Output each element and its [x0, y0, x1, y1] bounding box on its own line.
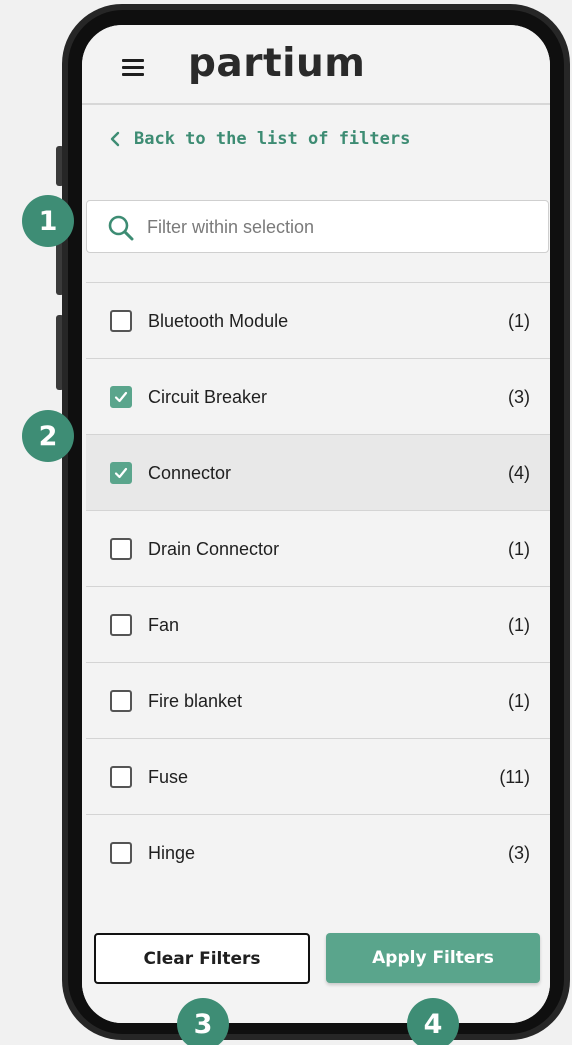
- filter-option-row[interactable]: Drain Connector (1): [86, 510, 550, 586]
- checkmark-icon: [114, 467, 128, 479]
- filter-option-label: Fan: [148, 615, 180, 635]
- filter-options-list: Bluetooth Module (1) Circuit Breaker (3) Con…: [86, 282, 550, 890]
- action-bar: Clear Filters Apply Filters: [82, 915, 550, 1023]
- filter-option-count: (1): [508, 311, 530, 331]
- filter-option-label: Drain Connector: [148, 539, 280, 559]
- checkbox-checked[interactable]: [110, 386, 132, 408]
- filter-option-label: Circuit Breaker: [148, 387, 268, 407]
- filter-option-row[interactable]: Fuse (11): [86, 738, 550, 814]
- checkbox[interactable]: [110, 842, 132, 864]
- search-icon: [108, 215, 134, 241]
- checkbox[interactable]: [110, 614, 132, 636]
- hamburger-menu-icon[interactable]: [122, 59, 144, 76]
- checkbox[interactable]: [110, 690, 132, 712]
- filter-option-label: Hinge: [148, 843, 196, 863]
- filter-option-count: (1): [508, 615, 530, 635]
- checkbox[interactable]: [110, 538, 132, 560]
- callout-badge-3: 3: [177, 998, 229, 1045]
- callout-badge-4: 4: [407, 998, 459, 1045]
- filter-search-box[interactable]: [86, 200, 549, 253]
- app-header: partium: [82, 25, 550, 105]
- filter-option-count: (3): [508, 387, 530, 407]
- callout-badge-2: 2: [22, 410, 74, 462]
- filter-search-input[interactable]: [147, 213, 527, 241]
- filter-option-row[interactable]: Fan (1): [86, 586, 550, 662]
- checkbox-checked[interactable]: [110, 462, 132, 484]
- checkbox[interactable]: [110, 310, 132, 332]
- checkbox[interactable]: [110, 766, 132, 788]
- brand-logo[interactable]: partium: [188, 41, 365, 86]
- apply-filters-button[interactable]: Apply Filters: [326, 933, 540, 983]
- filter-option-row[interactable]: Fire blanket (1): [86, 662, 550, 738]
- filter-option-count: (1): [508, 691, 530, 711]
- filter-option-row[interactable]: Hinge (3): [86, 814, 550, 890]
- checkmark-icon: [114, 391, 128, 403]
- filter-option-label: Connector: [148, 463, 232, 483]
- app-screen: partium Back to the list of filters Blue…: [82, 25, 550, 1023]
- filter-option-count: (11): [499, 767, 530, 787]
- back-to-filters-link[interactable]: Back to the list of filters: [106, 129, 410, 149]
- filter-option-label: Bluetooth Module: [148, 311, 289, 331]
- filter-option-row[interactable]: Connector (4): [86, 434, 550, 510]
- chevron-left-icon: [110, 131, 120, 147]
- callout-badge-1: 1: [22, 195, 74, 247]
- filter-option-count: (1): [508, 539, 530, 559]
- filter-option-count: (4): [508, 463, 530, 483]
- filter-option-label: Fuse: [148, 767, 189, 787]
- filter-option-row[interactable]: Bluetooth Module (1): [86, 282, 550, 358]
- clear-filters-button[interactable]: Clear Filters: [94, 933, 310, 984]
- filter-option-row[interactable]: Circuit Breaker (3): [86, 358, 550, 434]
- filter-option-count: (3): [508, 843, 530, 863]
- filter-option-label: Fire blanket: [148, 691, 243, 711]
- back-link-label: Back to the list of filters: [134, 129, 411, 149]
